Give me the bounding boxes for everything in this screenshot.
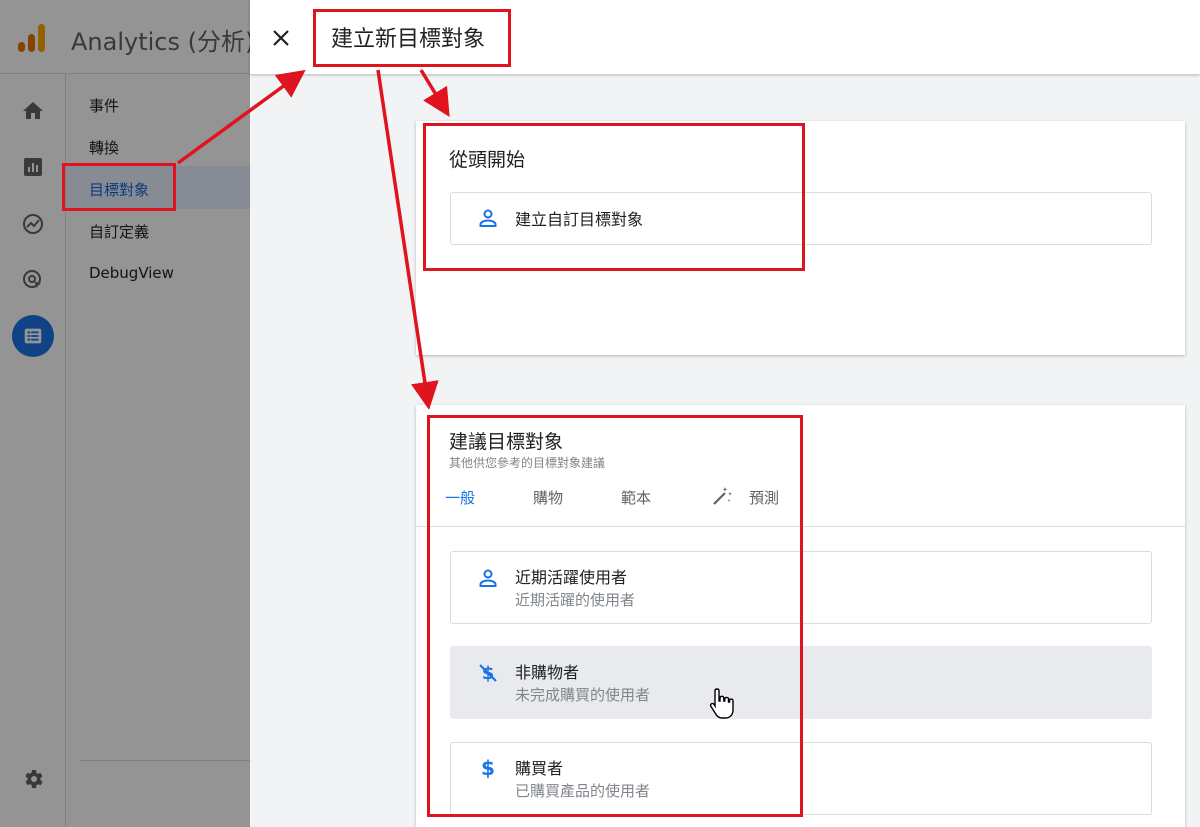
annotation-arrows [176,69,450,410]
